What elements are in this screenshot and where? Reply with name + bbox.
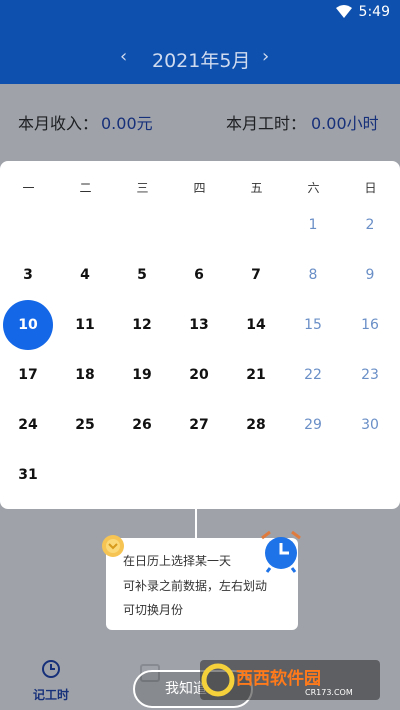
hours-value: 0.00小时 xyxy=(311,114,379,133)
calendar-day[interactable]: 12 xyxy=(117,300,167,350)
calendar-day[interactable]: 14 xyxy=(231,300,281,350)
weekday-header: 一 xyxy=(22,181,35,195)
weekday-header: 五 xyxy=(250,181,263,195)
calendar-day[interactable]: 9 xyxy=(345,250,395,300)
calendar-day[interactable]: 11 xyxy=(60,300,110,350)
calendar-day[interactable]: 3 xyxy=(3,250,53,300)
monthly-summary: 本月收入： 0.00元 本月工时： 0.00小时 xyxy=(0,84,400,160)
tooltip-line: 可切换月份 xyxy=(123,603,184,617)
watermark-text: 西西软件园 xyxy=(236,668,321,689)
header: ‹ 2021年5月 › xyxy=(0,24,400,84)
income-value: 0.00元 xyxy=(101,114,153,133)
nav-record-label: 记工时 xyxy=(32,688,69,702)
calendar-day[interactable]: 18 xyxy=(60,350,110,400)
calendar-day[interactable]: 27 xyxy=(174,400,224,450)
calendar-day[interactable]: 29 xyxy=(288,400,338,450)
status-bar: 5:49 xyxy=(0,0,400,24)
next-month-icon[interactable]: › xyxy=(262,46,269,67)
hours-label: 本月工时： xyxy=(226,114,307,133)
alarm-clock-icon xyxy=(261,530,301,573)
calendar-day[interactable]: 5 xyxy=(117,250,167,300)
calendar-day[interactable]: 21 xyxy=(231,350,281,400)
calendar-day[interactable]: 2 xyxy=(345,200,395,250)
weekday-header: 四 xyxy=(193,181,206,195)
tooltip-line: 可补录之前数据，左右划动 xyxy=(123,579,268,593)
clock-refresh-icon xyxy=(42,660,60,678)
calendar-day[interactable]: 20 xyxy=(174,350,224,400)
calendar-day[interactable]: 7 xyxy=(231,250,281,300)
calendar-day[interactable]: 4 xyxy=(60,250,110,300)
calendar-day[interactable]: 23 xyxy=(345,350,395,400)
watermark-subtext: CR173.COM xyxy=(305,688,353,697)
nav-record-hours[interactable]: 记工时 xyxy=(24,658,78,704)
calendar-day[interactable]: 8 xyxy=(288,250,338,300)
calendar-day[interactable]: 28 xyxy=(231,400,281,450)
weekday-header: 三 xyxy=(136,181,149,195)
calendar-day[interactable]: 24 xyxy=(3,400,53,450)
watermark-logo: 西西软件园 CR173.COM xyxy=(200,660,380,700)
calendar-day[interactable]: 19 xyxy=(117,350,167,400)
calendar-day[interactable]: 26 xyxy=(117,400,167,450)
calendar-day[interactable]: 30 xyxy=(345,400,395,450)
calendar-day[interactable]: 1 xyxy=(288,200,338,250)
calendar-day[interactable]: 22 xyxy=(288,350,338,400)
weekday-header: 二 xyxy=(79,181,92,195)
calendar-day[interactable]: 25 xyxy=(60,400,110,450)
calendar-day[interactable]: 16 xyxy=(345,300,395,350)
coin-icon xyxy=(102,535,124,557)
tooltip-line: 在日历上选择某一天 xyxy=(123,554,232,568)
calendar-day[interactable]: 6 xyxy=(174,250,224,300)
prev-month-icon[interactable]: ‹ xyxy=(120,46,127,67)
calendar-grid: 一二三四五六日 1 2 3 4 5 6 7 8 9 10 11 12 13 14 15 16 17 18 19 20 21… xyxy=(0,161,400,509)
calendar-day[interactable]: 17 xyxy=(3,350,53,400)
weekday-header: 日 xyxy=(364,181,377,195)
calendar-day[interactable]: 15 xyxy=(288,300,338,350)
month-title: 2021年5月 xyxy=(152,50,251,72)
weekday-header: 六 xyxy=(307,181,320,195)
status-time: 5:49 xyxy=(358,4,390,20)
calendar-day-selected[interactable]: 10 xyxy=(3,300,53,350)
calendar-day[interactable]: 31 xyxy=(3,450,53,500)
income-label: 本月收入： xyxy=(18,114,99,133)
wifi-icon xyxy=(336,5,352,18)
tooltip-pointer xyxy=(195,509,197,539)
calendar-day[interactable]: 13 xyxy=(174,300,224,350)
